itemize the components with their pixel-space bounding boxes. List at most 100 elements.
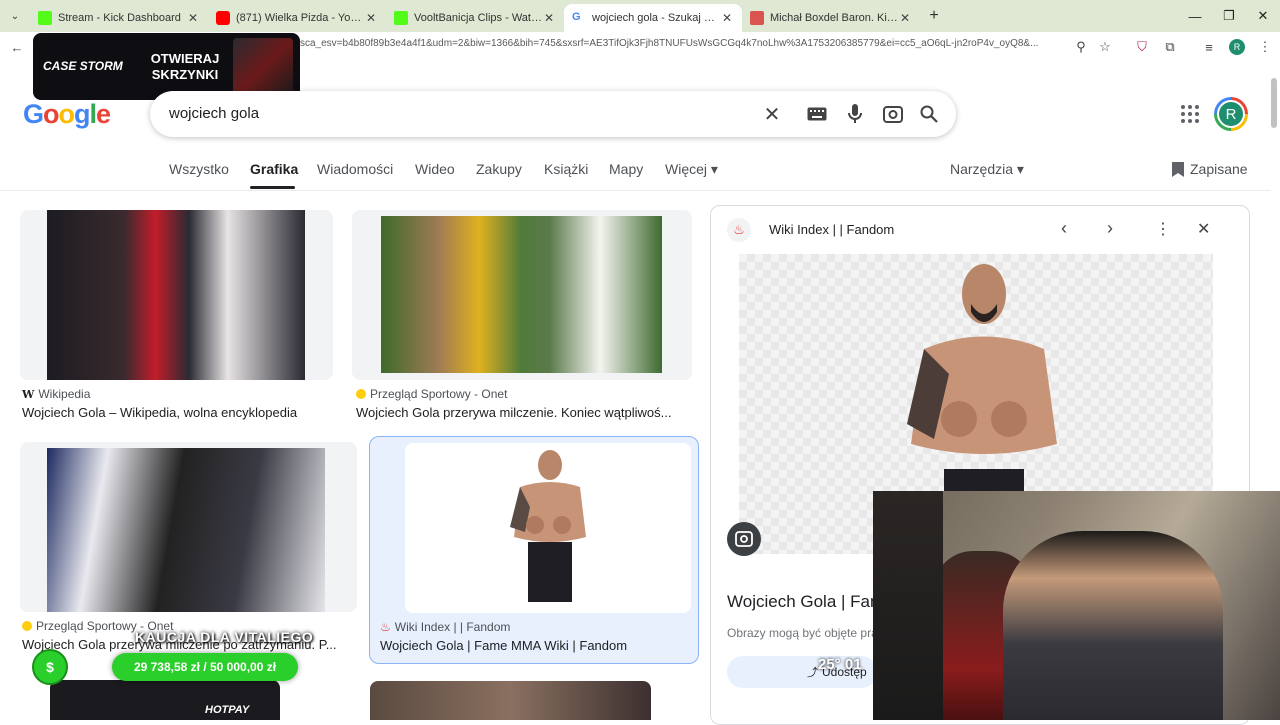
close-panel-icon[interactable]: ✕ [1197,219,1210,239]
maximize-icon[interactable]: ❐ [1212,0,1246,32]
tab-title: Stream - Kick Dashboard [58,12,181,24]
tab-shopping[interactable]: Zakupy [476,161,522,177]
saved-button[interactable]: Zapisane [1172,161,1248,177]
copyright-notice: Obrazy mogą być objęte praw [727,626,887,640]
url-field[interactable]: sca_esv=b4b80f89b3e4a4f1&udm=2&biw=1366&… [300,38,1065,49]
minimize-icon[interactable]: — [1178,0,1212,32]
next-arrow-icon[interactable]: › [1107,218,1113,239]
new-tab-button[interactable]: + [920,7,948,25]
previous-arrow-icon[interactable]: ‹ [1061,218,1067,239]
ublock-shield-icon[interactable]: ⛉ [1131,36,1153,58]
tab-search-button[interactable]: ⌄ [0,0,30,32]
result-thumbnail-partial[interactable]: HOTPAY [50,680,280,720]
tab-maps[interactable]: Mapy [609,161,643,177]
result-source[interactable]: ♨ Wiki Index | | Fandom [380,620,510,634]
browser-tab[interactable]: Michał Boxdel Baron. Kim jest? ✕ [742,4,920,32]
account-avatar[interactable]: R [1214,97,1248,131]
casestorm-ad-banner[interactable]: CASE STORM OTWIERAJ SKRZYNKI [33,33,300,100]
browser-tab[interactable]: VooltBanicja Clips - Watch Live ✕ [386,4,564,32]
donation-progress-text: 29 738,58 zł / 50 000,00 zł [133,660,277,674]
kebab-menu-icon[interactable]: ⋮ [1254,36,1276,58]
result-thumbnail[interactable] [352,210,692,380]
tab-title: wojciech gola - Szukaj w Google [592,12,720,24]
result-thumbnail[interactable] [20,442,357,612]
tab-title: (871) Wielka Pizda - YouTube [236,12,364,24]
ad-brand: CASE STORM [43,59,123,73]
extensions-puzzle-icon[interactable]: ⧉ [1159,36,1181,58]
close-tab-icon[interactable]: ✕ [186,11,200,25]
donation-goal-title: KAUCJA DLA VITALIEGO [135,629,314,645]
source-name: Wiki Index | | Fandom [394,620,511,634]
photo-interview-image [47,210,305,380]
tab-title: VooltBanicja Clips - Watch Live [414,12,542,24]
bookmark-star-icon[interactable]: ☆ [1094,36,1116,58]
search-icon[interactable] [916,101,942,127]
youtube-favicon-icon [216,11,230,25]
panel-source[interactable]: Wiki Index | | Fandom [769,222,894,237]
fighter-figure-image [510,450,586,602]
result-thumbnail-partial[interactable] [370,681,651,720]
image-result-4-selected[interactable]: ♨ Wiki Index | | Fandom Wojciech Gola | … [369,436,699,664]
page-scrollbar[interactable] [1271,78,1277,128]
photo-press-conference-image [47,448,325,612]
google-favicon-icon: G [572,11,581,23]
close-tab-icon[interactable]: ✕ [898,11,912,25]
close-tab-icon[interactable]: ✕ [364,11,378,25]
streamer-webcam-overlay [873,491,1280,720]
fandom-favicon-icon: ♨ [380,620,391,634]
article-favicon-icon [750,11,764,25]
result-caption[interactable]: Wojciech Gola – Wikipedia, wolna encyklo… [22,405,332,420]
tab-books[interactable]: Książki [544,161,588,177]
cash-icon: $ [32,649,68,685]
lens-search-icon[interactable] [727,522,761,556]
browser-tab[interactable]: (871) Wielka Pizda - YouTube ✕ [208,4,386,32]
close-window-icon[interactable]: ✕ [1246,0,1280,32]
browser-tab-active[interactable]: G wojciech gola - Szukaj w Google ✕ [564,4,742,32]
bookmark-icon [1172,161,1184,177]
tab-title: Michał Boxdel Baron. Kim jest? [770,12,898,24]
photo-fighter-outdoor-image [381,216,662,373]
search-box[interactable]: wojciech gola ✕ [150,91,956,137]
onet-favicon-icon [356,389,366,399]
nav-divider [0,190,1270,191]
keyboard-icon[interactable] [804,101,830,127]
close-tab-icon[interactable]: ✕ [720,11,734,25]
browser-tab-strip: ⌄ Stream - Kick Dashboard ✕ (871) Wielka… [0,0,1280,32]
result-thumbnail[interactable] [405,443,691,613]
donation-progress-bar: 29 738,58 zł / 50 000,00 zł [112,653,298,681]
panel-title[interactable]: Wojciech Gola | Fan [727,592,879,612]
ad-cta-text: OTWIERAJ SKRZYNKI [150,51,220,82]
clear-search-icon[interactable]: ✕ [759,101,785,127]
back-arrow-icon[interactable]: ← [6,36,28,58]
avatar-letter: R [1217,100,1245,128]
result-caption[interactable]: Wojciech Gola przerywa milczenie. Koniec… [356,405,691,420]
tab-videos[interactable]: Wideo [415,161,455,177]
onet-favicon-icon [22,621,32,631]
wall-shadow [873,491,943,720]
result-caption[interactable]: Wojciech Gola | Fame MMA Wiki | Fandom [380,638,690,653]
media-controls-icon[interactable]: ≡ [1198,36,1220,58]
zoom-icon[interactable]: ⚲ [1070,36,1092,58]
microphone-icon[interactable] [842,101,868,127]
source-name: Wikipedia [38,387,91,401]
result-thumbnail[interactable] [20,210,333,380]
tab-all[interactable]: Wszystko [169,161,229,177]
saved-label: Zapisane [1190,161,1248,177]
tab-more[interactable]: Więcej ▾ [665,161,718,178]
google-logo[interactable]: Google [23,99,111,130]
google-apps-icon[interactable] [1180,104,1200,124]
tab-images[interactable]: Grafika [250,161,298,177]
close-tab-icon[interactable]: ✕ [542,11,556,25]
streamer-image [1003,531,1223,720]
kick-favicon-icon [38,11,52,25]
browser-tab[interactable]: Stream - Kick Dashboard ✕ [30,4,208,32]
search-input[interactable]: wojciech gola [169,105,259,122]
result-source[interactable]: W Wikipedia [22,387,90,401]
tools-button[interactable]: Narzędzia ▾ [950,161,1024,178]
more-options-icon[interactable]: ⋮ [1155,219,1171,239]
lens-camera-icon[interactable] [880,101,906,127]
tab-news[interactable]: Wiadomości [317,161,393,177]
result-source[interactable]: Przegląd Sportowy - Onet [356,387,507,401]
fandom-favicon-icon: ♨ [727,218,751,242]
profile-avatar-small[interactable]: R [1226,36,1248,58]
